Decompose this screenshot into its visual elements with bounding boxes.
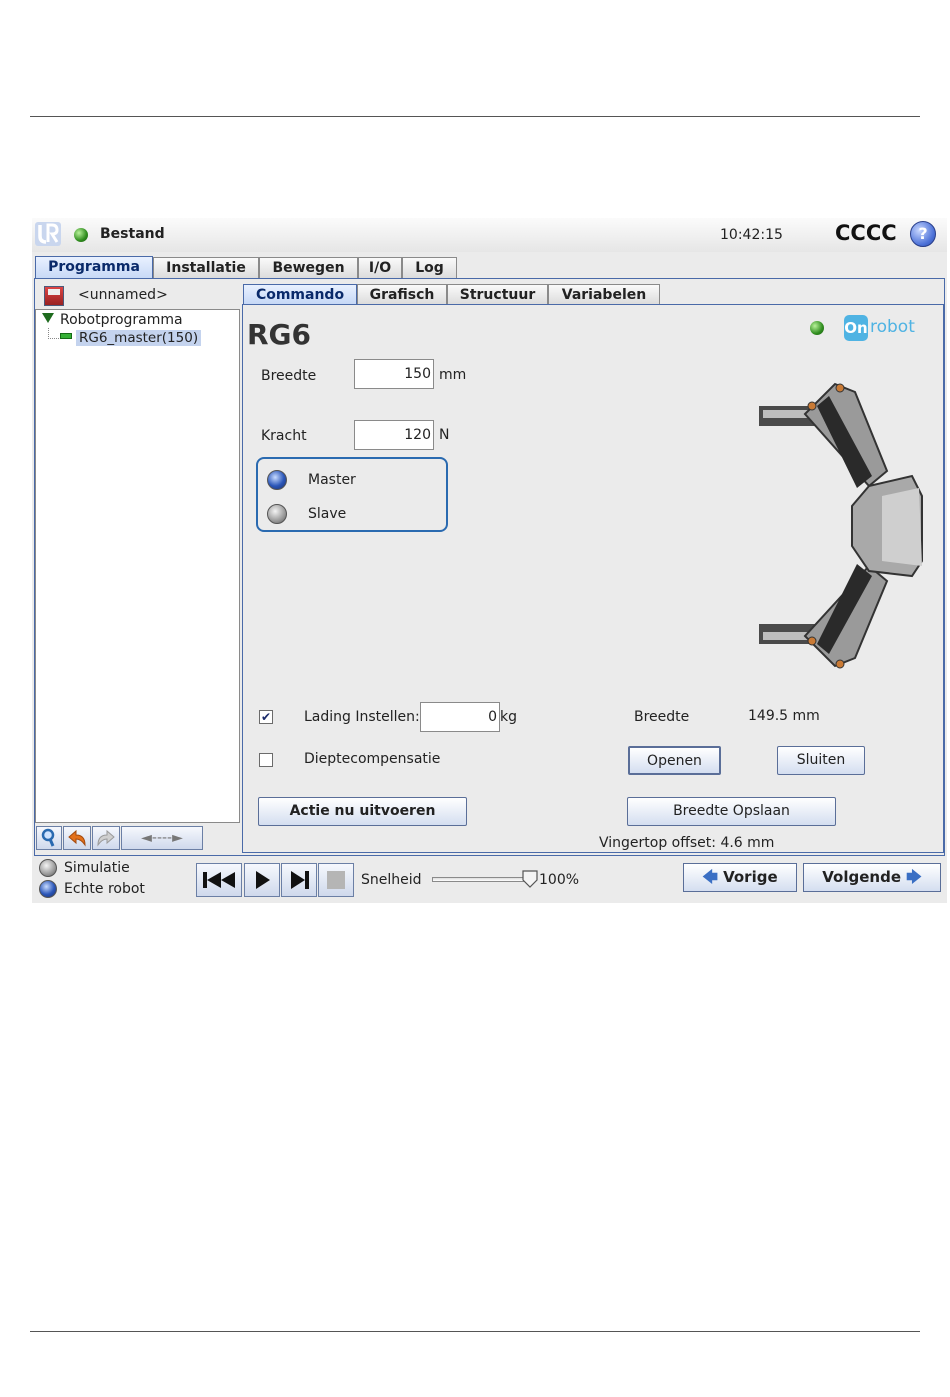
simulation-label: Simulatie — [64, 860, 130, 876]
undo-button[interactable] — [63, 826, 91, 850]
radio-master-label: Master — [308, 472, 356, 488]
onrobot-badge: On — [844, 315, 868, 341]
tab-variabelen[interactable]: Variabelen — [548, 284, 660, 304]
radio-master[interactable] — [267, 470, 287, 490]
search-button[interactable] — [36, 826, 62, 850]
polyscope-window: Bestand 10:42:15 CCCC ? Programma Instal… — [32, 218, 947, 903]
help-icon[interactable]: ? — [910, 221, 936, 247]
tab-programma[interactable]: Programma — [35, 256, 153, 279]
play-icon — [256, 871, 270, 889]
radio-slave[interactable] — [267, 504, 287, 524]
speed-slider-track[interactable] — [432, 877, 532, 882]
current-width-value: 149.5 mm — [748, 708, 820, 724]
previous-button[interactable]: 🡄 Vorige — [683, 863, 797, 892]
tree-root-label: Robotprogramma — [60, 312, 183, 328]
tab-io[interactable]: I/O — [358, 257, 402, 278]
ur-logo-icon — [35, 222, 61, 246]
node-status-icon — [60, 333, 72, 339]
force-unit: N — [439, 427, 450, 443]
file-menu[interactable]: Bestand — [100, 226, 165, 242]
width-unit: mm — [439, 367, 467, 383]
footer-rule — [30, 1331, 920, 1332]
header-rule — [30, 116, 920, 117]
save-icon[interactable] — [44, 286, 64, 306]
width-label: Breedte — [261, 368, 317, 384]
move-node-button[interactable]: ◄----► — [121, 826, 203, 850]
gripper-status-icon — [810, 321, 824, 335]
redo-button[interactable] — [92, 826, 120, 850]
depth-compensation-checkbox[interactable] — [259, 753, 273, 767]
speed-value: 100% — [539, 872, 580, 888]
payload-label: Lading Instellen: — [304, 709, 420, 725]
tree-connector — [48, 328, 59, 339]
program-filename: <unnamed> — [78, 287, 168, 303]
real-robot-radio[interactable] — [39, 880, 57, 898]
next-label: Volgende — [822, 868, 902, 886]
tab-commando[interactable]: Commando — [243, 284, 357, 304]
rewind-button[interactable] — [196, 863, 242, 897]
current-width-label: Breedte — [634, 709, 690, 725]
width-input[interactable]: 150 — [354, 359, 434, 389]
tree-node-label: RG6_master(150) — [76, 330, 202, 346]
play-button[interactable] — [244, 863, 280, 897]
tree-node-rg6[interactable]: RG6_master(150) — [60, 330, 202, 346]
stop-icon — [327, 871, 345, 889]
arrow-right-icon: 🡆 — [901, 868, 922, 886]
stop-button[interactable] — [318, 863, 354, 897]
previous-label: Vorige — [723, 868, 778, 886]
real-robot-label: Echte robot — [64, 881, 145, 897]
top-bar: Bestand 10:42:15 CCCC ? — [32, 218, 947, 252]
save-width-button[interactable]: Breedte Opslaan — [627, 797, 836, 826]
step-button[interactable] — [281, 863, 317, 897]
onrobot-text: robot — [870, 317, 915, 337]
tab-log[interactable]: Log — [402, 257, 457, 278]
program-tree[interactable]: Robotprogramma RG6_master(150) — [35, 309, 240, 823]
payload-checkbox[interactable]: ✔ — [259, 710, 273, 724]
gripper-illustration — [759, 382, 923, 669]
depth-compensation-label: Dieptecompensatie — [304, 751, 441, 767]
tab-bewegen[interactable]: Bewegen — [259, 257, 358, 278]
payload-input[interactable]: 0 — [420, 702, 500, 732]
fingertip-offset: Vingertop offset: 4.6 mm — [599, 835, 775, 851]
search-icon — [41, 828, 55, 847]
payload-unit: kg — [500, 709, 517, 725]
radio-slave-label: Slave — [308, 506, 347, 522]
arrow-left-icon: 🡄 — [702, 868, 724, 886]
clock: 10:42:15 — [720, 227, 783, 243]
status-green-icon — [74, 228, 88, 242]
force-label: Kracht — [261, 428, 307, 444]
speed-slider-handle[interactable] — [522, 870, 538, 888]
open-button[interactable]: Openen — [628, 746, 721, 775]
mode-group — [256, 457, 448, 532]
tree-root[interactable]: Robotprogramma — [42, 312, 183, 328]
robot-name: CCCC — [835, 221, 897, 245]
redo-icon — [97, 829, 115, 847]
close-button[interactable]: Sluiten — [777, 746, 865, 775]
tab-structuur[interactable]: Structuur — [447, 284, 548, 304]
rewind-icon — [203, 872, 235, 888]
undo-icon — [68, 829, 86, 847]
tab-grafisch[interactable]: Grafisch — [357, 284, 447, 304]
speed-label: Snelheid — [361, 872, 422, 888]
force-input[interactable]: 120 — [354, 420, 434, 450]
step-icon — [291, 871, 309, 889]
simulation-radio[interactable] — [39, 859, 57, 877]
expand-triangle-icon[interactable] — [42, 313, 54, 323]
gripper-title: RG6 — [247, 318, 312, 351]
execute-now-button[interactable]: Actie nu uitvoeren — [258, 797, 467, 826]
tab-installatie[interactable]: Installatie — [153, 257, 259, 278]
next-button[interactable]: Volgende 🡆 — [803, 863, 941, 892]
